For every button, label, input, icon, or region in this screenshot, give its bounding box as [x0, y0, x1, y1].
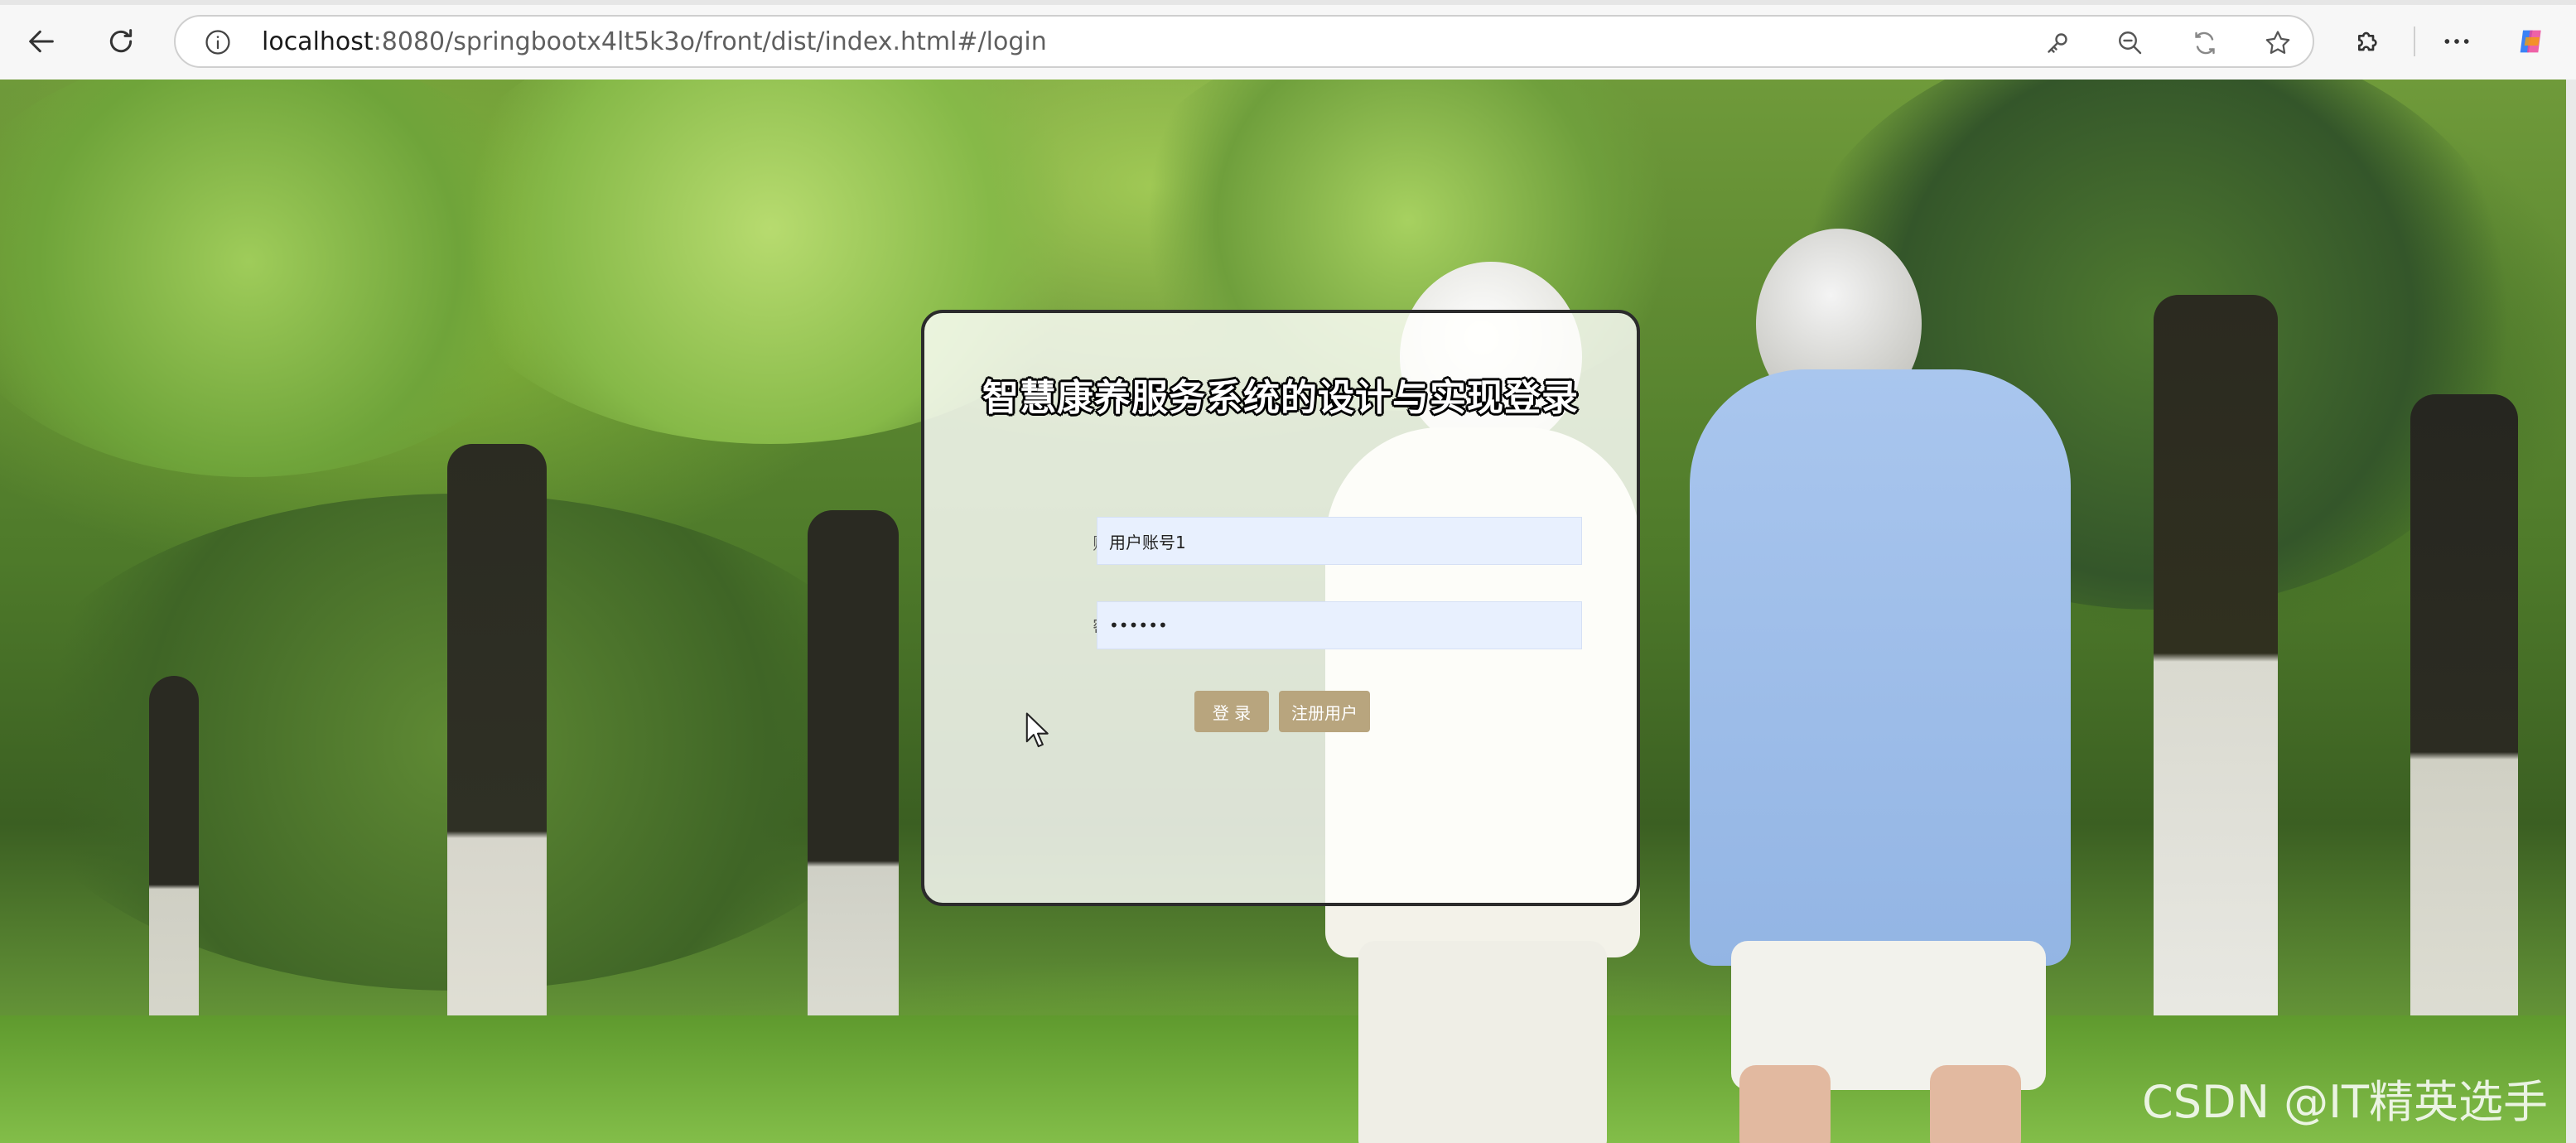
login-panel: 智慧康养服务系统的设计与实现登录 账号: 密码: 登 录 注册用户: [921, 310, 1640, 906]
browser-toolbar: localhost:8080/springbootx4lt5k3o/front/…: [0, 0, 2576, 80]
register-button[interactable]: 注册用户: [1279, 691, 1370, 732]
arrow-left-icon: [29, 30, 54, 53]
info-icon[interactable]: [200, 25, 235, 60]
refresh-icon: [109, 29, 133, 53]
login-title: 智慧康养服务系统的设计与实现登录: [982, 377, 1579, 419]
mouse-cursor-icon: [1025, 712, 1049, 748]
back-button[interactable]: [17, 17, 66, 66]
extensions-button[interactable]: [2344, 17, 2394, 66]
login-button[interactable]: 登 录: [1194, 691, 1269, 732]
toolbar-divider: [2414, 27, 2415, 56]
more-button[interactable]: [2432, 17, 2482, 66]
url-text[interactable]: localhost:8080/springbootx4lt5k3o/front/…: [262, 27, 1047, 58]
account-input[interactable]: [1097, 517, 1582, 565]
puzzle-icon: [2358, 31, 2377, 51]
copilot-button[interactable]: [2506, 17, 2556, 66]
translate-icon[interactable]: [2187, 25, 2223, 61]
url-path: :8080/springbootx4lt5k3o/front/dist/inde…: [373, 27, 1047, 56]
zoom-out-icon[interactable]: [2112, 25, 2149, 61]
page-scrollbar[interactable]: [2566, 80, 2576, 1143]
browser-window: localhost:8080/springbootx4lt5k3o/front/…: [0, 0, 2576, 1143]
person-leg: [1930, 1065, 2021, 1143]
tab-strip-edge: [0, 0, 2576, 5]
refresh-button[interactable]: [96, 17, 146, 66]
more-dots-icon: [2444, 39, 2469, 44]
copilot-icon: [2520, 30, 2541, 53]
star-icon[interactable]: [2260, 25, 2296, 61]
watermark-text: CSDN @IT精英选手: [2142, 1076, 2549, 1128]
key-icon[interactable]: [2039, 25, 2076, 61]
password-input[interactable]: [1097, 601, 1582, 649]
address-bar[interactable]: localhost:8080/springbootx4lt5k3o/front/…: [174, 15, 2314, 68]
url-host: localhost: [262, 27, 374, 56]
person-legs: [1358, 941, 1607, 1143]
person-leg: [1739, 1065, 1831, 1143]
person-shirt: [1690, 369, 2071, 966]
